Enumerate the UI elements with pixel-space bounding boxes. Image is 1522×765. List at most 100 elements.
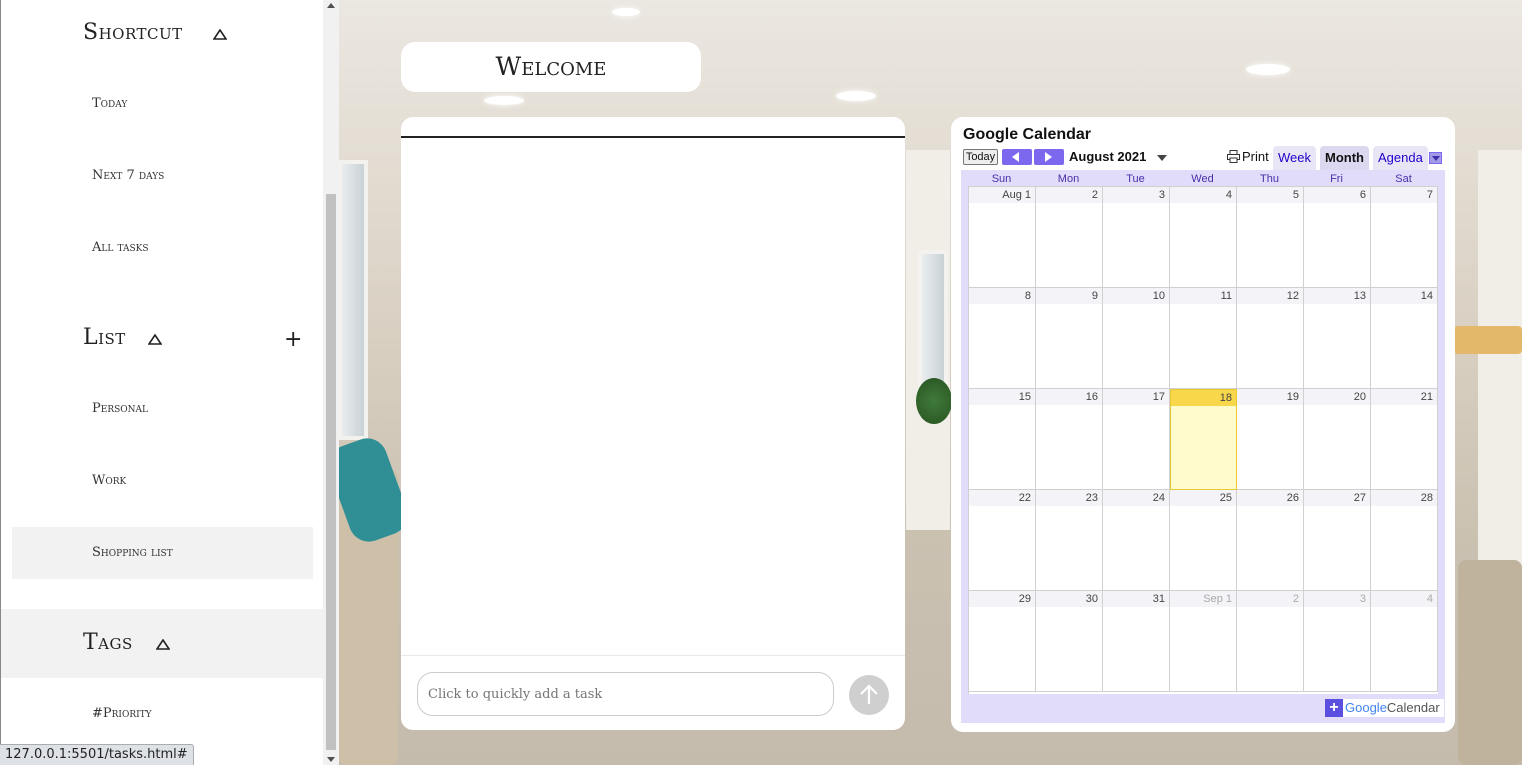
calendar-day-cell[interactable]: 21	[1371, 389, 1438, 490]
calendar-day-number: 26	[1237, 490, 1303, 506]
tab-agenda[interactable]: Agenda	[1373, 146, 1428, 170]
calendar-day-cell[interactable]: 27	[1304, 490, 1371, 591]
calendar-day-cell[interactable]: 28	[1371, 490, 1438, 591]
calendar-day-cell[interactable]: 25	[1170, 490, 1237, 591]
sidebar-item-shopping-list[interactable]: Shopping list	[92, 545, 173, 560]
calendar-next-button[interactable]	[1034, 149, 1064, 165]
quick-add-task-input[interactable]	[417, 672, 834, 716]
calendar-day-number: Aug 1	[969, 187, 1035, 203]
calendar-prev-button[interactable]	[1002, 149, 1032, 165]
calendar-day-number: 15	[969, 389, 1035, 405]
calendar-day-cell[interactable]: 23	[1036, 490, 1103, 591]
sidebar-scrollbar[interactable]	[323, 0, 339, 765]
day-header-tue: Tue	[1126, 173, 1145, 185]
calendar-day-number: 8	[969, 288, 1035, 304]
calendar-day-cell[interactable]: 4	[1170, 187, 1237, 288]
calendar-today-button[interactable]: Today	[963, 149, 998, 165]
scroll-down-arrow-icon[interactable]	[327, 757, 335, 762]
calendar-day-cell[interactable]: 8	[969, 288, 1036, 389]
view-dropdown-icon[interactable]	[1429, 152, 1442, 164]
welcome-banner: Welcome	[401, 42, 701, 92]
calendar-day-cell[interactable]: 6	[1304, 187, 1371, 288]
calendar-day-number: 3	[1304, 591, 1370, 607]
sidebar-item-work[interactable]: Work	[92, 473, 126, 488]
day-header-thu: Thu	[1260, 173, 1279, 185]
task-panel-divider	[401, 136, 905, 138]
calendar-day-cell[interactable]: 17	[1103, 389, 1170, 490]
google-calendar-logo[interactable]: + GoogleCalendar	[1325, 699, 1444, 717]
calendar-cells: Aug 1 2 3 4 5 6 7 8 9 10 11 12 13 14 15 16 17 18 19 20 21 22 2…	[968, 186, 1438, 694]
shortcut-section-title[interactable]: Shortcut	[83, 20, 183, 45]
calendar-day-cell[interactable]: 18	[1170, 389, 1237, 490]
calendar-day-cell[interactable]: 5	[1237, 187, 1304, 288]
calendar-day-number: 3	[1103, 187, 1169, 203]
day-header-sun: Sun	[991, 173, 1012, 185]
add-list-icon[interactable]: +	[284, 329, 302, 351]
calendar-day-cell[interactable]: 26	[1237, 490, 1304, 591]
calendar-day-cell[interactable]: Aug 1	[969, 187, 1036, 288]
calendar-day-number: 19	[1237, 389, 1303, 405]
scrollbar-thumb[interactable]	[326, 194, 336, 750]
calendar-day-number: 28	[1371, 490, 1437, 506]
calendar-day-cell[interactable]: 2	[1237, 591, 1304, 692]
add-task-button[interactable]	[849, 675, 889, 715]
calendar-month-grid: Sun Mon Tue Wed Thu Fri Sat Aug 1 2 3 4 5 6 7 8 9 10 11 1…	[961, 170, 1445, 723]
calendar-day-cell[interactable]: 30	[1036, 591, 1103, 692]
calendar-day-cell[interactable]: 20	[1304, 389, 1371, 490]
triangle-left-icon	[1012, 152, 1019, 162]
calendar-day-number: 20	[1304, 389, 1370, 405]
day-header-fri: Fri	[1330, 173, 1343, 185]
calendar-day-number: 2	[1036, 187, 1102, 203]
calendar-day-number: Sep 1	[1170, 591, 1236, 607]
calendar-day-cell[interactable]: 14	[1371, 288, 1438, 389]
calendar-day-cell[interactable]: 16	[1036, 389, 1103, 490]
logo-word-google: Google	[1345, 700, 1387, 715]
calendar-day-cell[interactable]: 15	[969, 389, 1036, 490]
calendar-day-number: 23	[1036, 490, 1102, 506]
sidebar-item-next-7-days[interactable]: Next 7 days	[92, 168, 164, 183]
calendar-day-number: 11	[1170, 288, 1236, 304]
calendar-day-cell[interactable]: 22	[969, 490, 1036, 591]
calendar-day-cell[interactable]: 4	[1371, 591, 1438, 692]
calendar-day-number: 4	[1371, 591, 1437, 607]
calendar-day-number: 5	[1237, 187, 1303, 203]
calendar-day-cell[interactable]: 3	[1103, 187, 1170, 288]
calendar-day-number: 4	[1170, 187, 1236, 203]
calendar-day-cell[interactable]: 31	[1103, 591, 1170, 692]
calendar-day-cell[interactable]: 24	[1103, 490, 1170, 591]
calendar-day-number: 9	[1036, 288, 1102, 304]
scroll-up-arrow-icon[interactable]	[327, 3, 335, 8]
calendar-day-cell[interactable]: 11	[1170, 288, 1237, 389]
calendar-day-cell[interactable]: Sep 1	[1170, 591, 1237, 692]
calendar-day-cell[interactable]: 10	[1103, 288, 1170, 389]
calendar-print-button[interactable]: Print	[1227, 149, 1269, 164]
sidebar-item-priority-tag[interactable]: #Priority	[92, 706, 152, 721]
calendar-day-cell[interactable]: 12	[1237, 288, 1304, 389]
calendar-day-cell[interactable]: 7	[1371, 187, 1438, 288]
calendar-day-number: 21	[1371, 389, 1437, 405]
triangle-right-icon	[1045, 152, 1052, 162]
tags-section-title[interactable]: Tags	[83, 630, 133, 655]
sidebar-item-all-tasks[interactable]: All tasks	[92, 240, 149, 255]
calendar-day-cell[interactable]: 3	[1304, 591, 1371, 692]
calendar-day-cell[interactable]: 19	[1237, 389, 1304, 490]
arrow-up-icon	[860, 684, 878, 704]
tab-month[interactable]: Month	[1320, 146, 1369, 170]
calendar-day-cell[interactable]: 13	[1304, 288, 1371, 389]
calendar-month-label[interactable]: August 2021	[1069, 149, 1146, 164]
calendar-title: Google Calendar	[963, 126, 1092, 143]
logo-word-calendar: Calendar	[1386, 700, 1440, 715]
calendar-day-number: 31	[1103, 591, 1169, 607]
calendar-day-number: 25	[1170, 490, 1236, 506]
calendar-day-cell[interactable]: 29	[969, 591, 1036, 692]
printer-icon	[1227, 150, 1240, 163]
calendar-day-number: 17	[1103, 389, 1169, 405]
calendar-day-cell[interactable]: 2	[1036, 187, 1103, 288]
calendar-day-cell[interactable]: 9	[1036, 288, 1103, 389]
list-section-title[interactable]: List	[83, 325, 126, 350]
sidebar-item-today[interactable]: Today	[92, 96, 127, 111]
sidebar-item-personal[interactable]: Personal	[92, 401, 148, 416]
tab-week[interactable]: Week	[1273, 146, 1316, 170]
status-bar-url: 127.0.0.1:5501/tasks.html#	[0, 744, 194, 765]
month-dropdown-icon[interactable]	[1157, 155, 1167, 161]
